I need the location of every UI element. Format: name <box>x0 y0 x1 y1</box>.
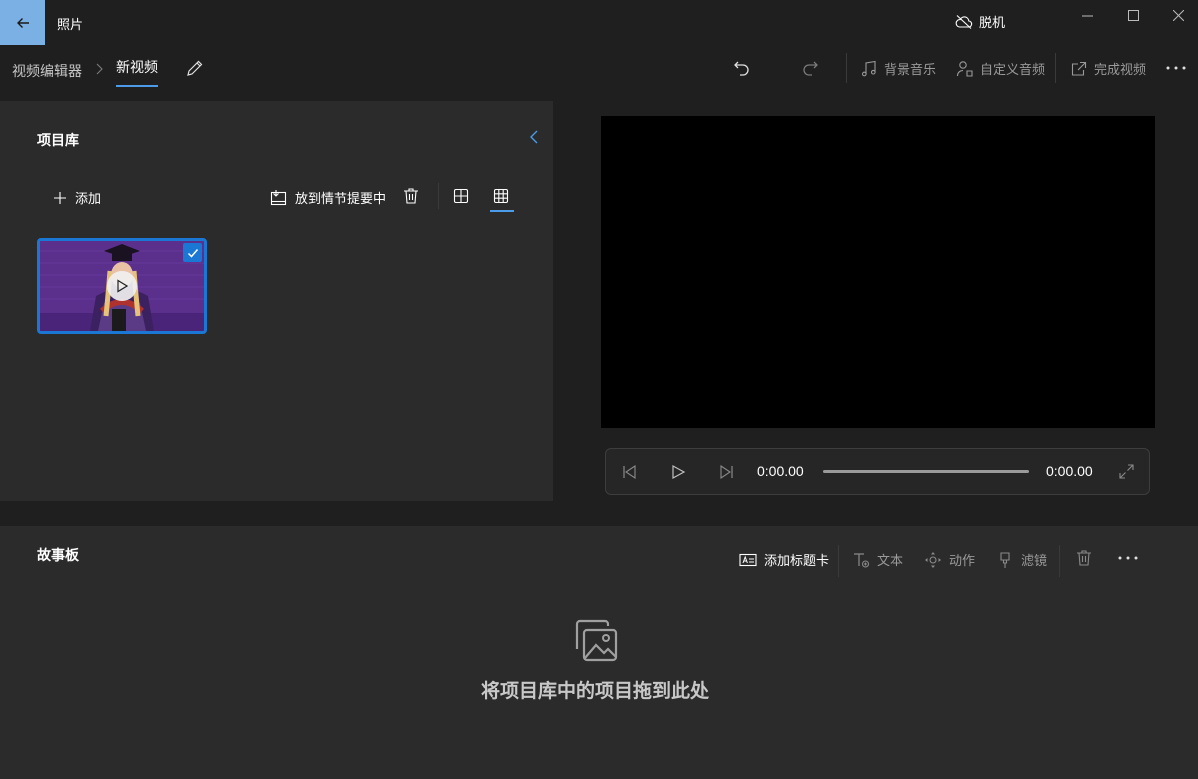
offline-label: 脱机 <box>979 15 1006 30</box>
text-icon <box>854 552 870 568</box>
title-card-icon <box>739 553 757 566</box>
custom-audio-button[interactable]: 自定义音频 <box>956 59 1045 78</box>
checkmark-icon <box>187 248 198 258</box>
minimize-button[interactable] <box>1064 0 1110 30</box>
place-in-storyboard-button[interactable]: 放到情节提要中 <box>270 188 386 207</box>
delete-library-item-button[interactable] <box>402 187 420 205</box>
breadcrumb-underline <box>116 85 158 87</box>
storyboard-toolbar-divider <box>1059 545 1060 577</box>
redo-icon <box>803 61 818 76</box>
more-options-button[interactable] <box>1165 58 1187 78</box>
storyboard-add-icon <box>270 190 287 206</box>
play-button[interactable] <box>670 464 686 480</box>
share-icon <box>1071 61 1087 76</box>
title-bar <box>0 0 1198 45</box>
undo-button[interactable] <box>732 58 752 78</box>
toolbar-divider <box>846 53 847 83</box>
add-title-card-label: 添加标题卡 <box>764 553 830 568</box>
breadcrumb-separator <box>94 61 104 77</box>
storyboard-more-button[interactable] <box>1117 548 1139 568</box>
total-time: 0:00.00 <box>1046 463 1093 479</box>
app-title: 照片 <box>57 17 84 32</box>
plus-icon <box>54 191 66 204</box>
previous-frame-button[interactable] <box>621 464 637 480</box>
filters-label: 滤镜 <box>1021 553 1048 568</box>
music-note-icon <box>861 60 876 76</box>
pencil-icon <box>187 60 203 76</box>
thumbnail-play-button[interactable] <box>107 271 137 301</box>
filters-button[interactable]: 滤镜 <box>996 550 1047 569</box>
current-time: 0:00.00 <box>757 463 804 479</box>
grid-large-icon <box>453 188 469 204</box>
next-frame-button[interactable] <box>719 464 735 480</box>
play-icon <box>672 464 686 480</box>
redo-button[interactable] <box>800 58 820 78</box>
empty-storyboard-message: 将项目库中的项目拖到此处 <box>480 681 709 702</box>
chevron-left-icon <box>530 130 538 144</box>
minimize-icon <box>1081 15 1093 16</box>
text-button[interactable]: 文本 <box>852 550 903 569</box>
background-music-label: 背景音乐 <box>884 62 937 77</box>
finish-video-button[interactable]: 完成视频 <box>1070 59 1146 78</box>
photos-icon <box>573 619 619 663</box>
maximize-button[interactable] <box>1110 0 1156 30</box>
close-icon <box>1172 9 1184 21</box>
cloud-offline-icon <box>955 14 973 29</box>
video-preview[interactable] <box>601 116 1155 428</box>
filter-brush-icon <box>1000 551 1010 568</box>
undo-icon <box>734 61 749 76</box>
play-icon <box>117 279 128 293</box>
offline-status[interactable]: 脱机 <box>955 12 1005 31</box>
view-active-indicator <box>490 210 514 212</box>
selected-checkbox[interactable] <box>183 243 202 262</box>
toolbar-divider <box>1055 53 1056 83</box>
collapse-library-button[interactable] <box>527 129 541 145</box>
fullscreen-button[interactable] <box>1118 463 1135 480</box>
person-audio-icon <box>956 60 973 77</box>
breadcrumb-current: 新视频 <box>116 59 158 75</box>
delete-storyboard-item-button[interactable] <box>1075 549 1093 567</box>
custom-audio-label: 自定义音频 <box>980 62 1046 77</box>
finish-video-label: 完成视频 <box>1094 62 1147 77</box>
add-label: 添加 <box>75 191 102 206</box>
storyboard-title: 故事板 <box>37 547 79 563</box>
expand-icon <box>1119 464 1134 479</box>
add-button[interactable]: 添加 <box>53 188 101 207</box>
back-button[interactable] <box>0 0 45 45</box>
chevron-right-icon <box>96 63 103 75</box>
close-button[interactable] <box>1155 0 1198 30</box>
motion-icon <box>925 551 941 568</box>
background-music-button[interactable]: 背景音乐 <box>860 59 936 78</box>
maximize-icon <box>1127 9 1139 21</box>
step-forward-icon <box>720 464 733 480</box>
seek-bar[interactable] <box>823 470 1029 473</box>
more-icon <box>1166 66 1186 70</box>
grid-small-icon <box>493 188 509 204</box>
add-title-card-button[interactable]: 添加标题卡 <box>739 550 829 569</box>
library-toolbar-divider <box>438 183 439 209</box>
breadcrumb-video-editor[interactable]: 视频编辑器 <box>12 61 82 81</box>
text-label: 文本 <box>877 553 904 568</box>
large-grid-view-button[interactable] <box>453 188 469 204</box>
rename-button[interactable] <box>185 58 205 78</box>
step-back-icon <box>623 464 636 480</box>
trash-icon <box>404 188 418 204</box>
small-grid-view-button[interactable] <box>493 188 509 204</box>
library-title: 项目库 <box>37 132 79 148</box>
motion-label: 动作 <box>949 553 976 568</box>
motion-button[interactable]: 动作 <box>924 550 975 569</box>
arrow-left-icon <box>16 17 29 28</box>
trash-icon <box>1077 550 1091 566</box>
place-in-storyboard-label: 放到情节提要中 <box>295 191 387 206</box>
more-icon <box>1118 556 1138 560</box>
storyboard-toolbar-divider <box>838 545 839 577</box>
